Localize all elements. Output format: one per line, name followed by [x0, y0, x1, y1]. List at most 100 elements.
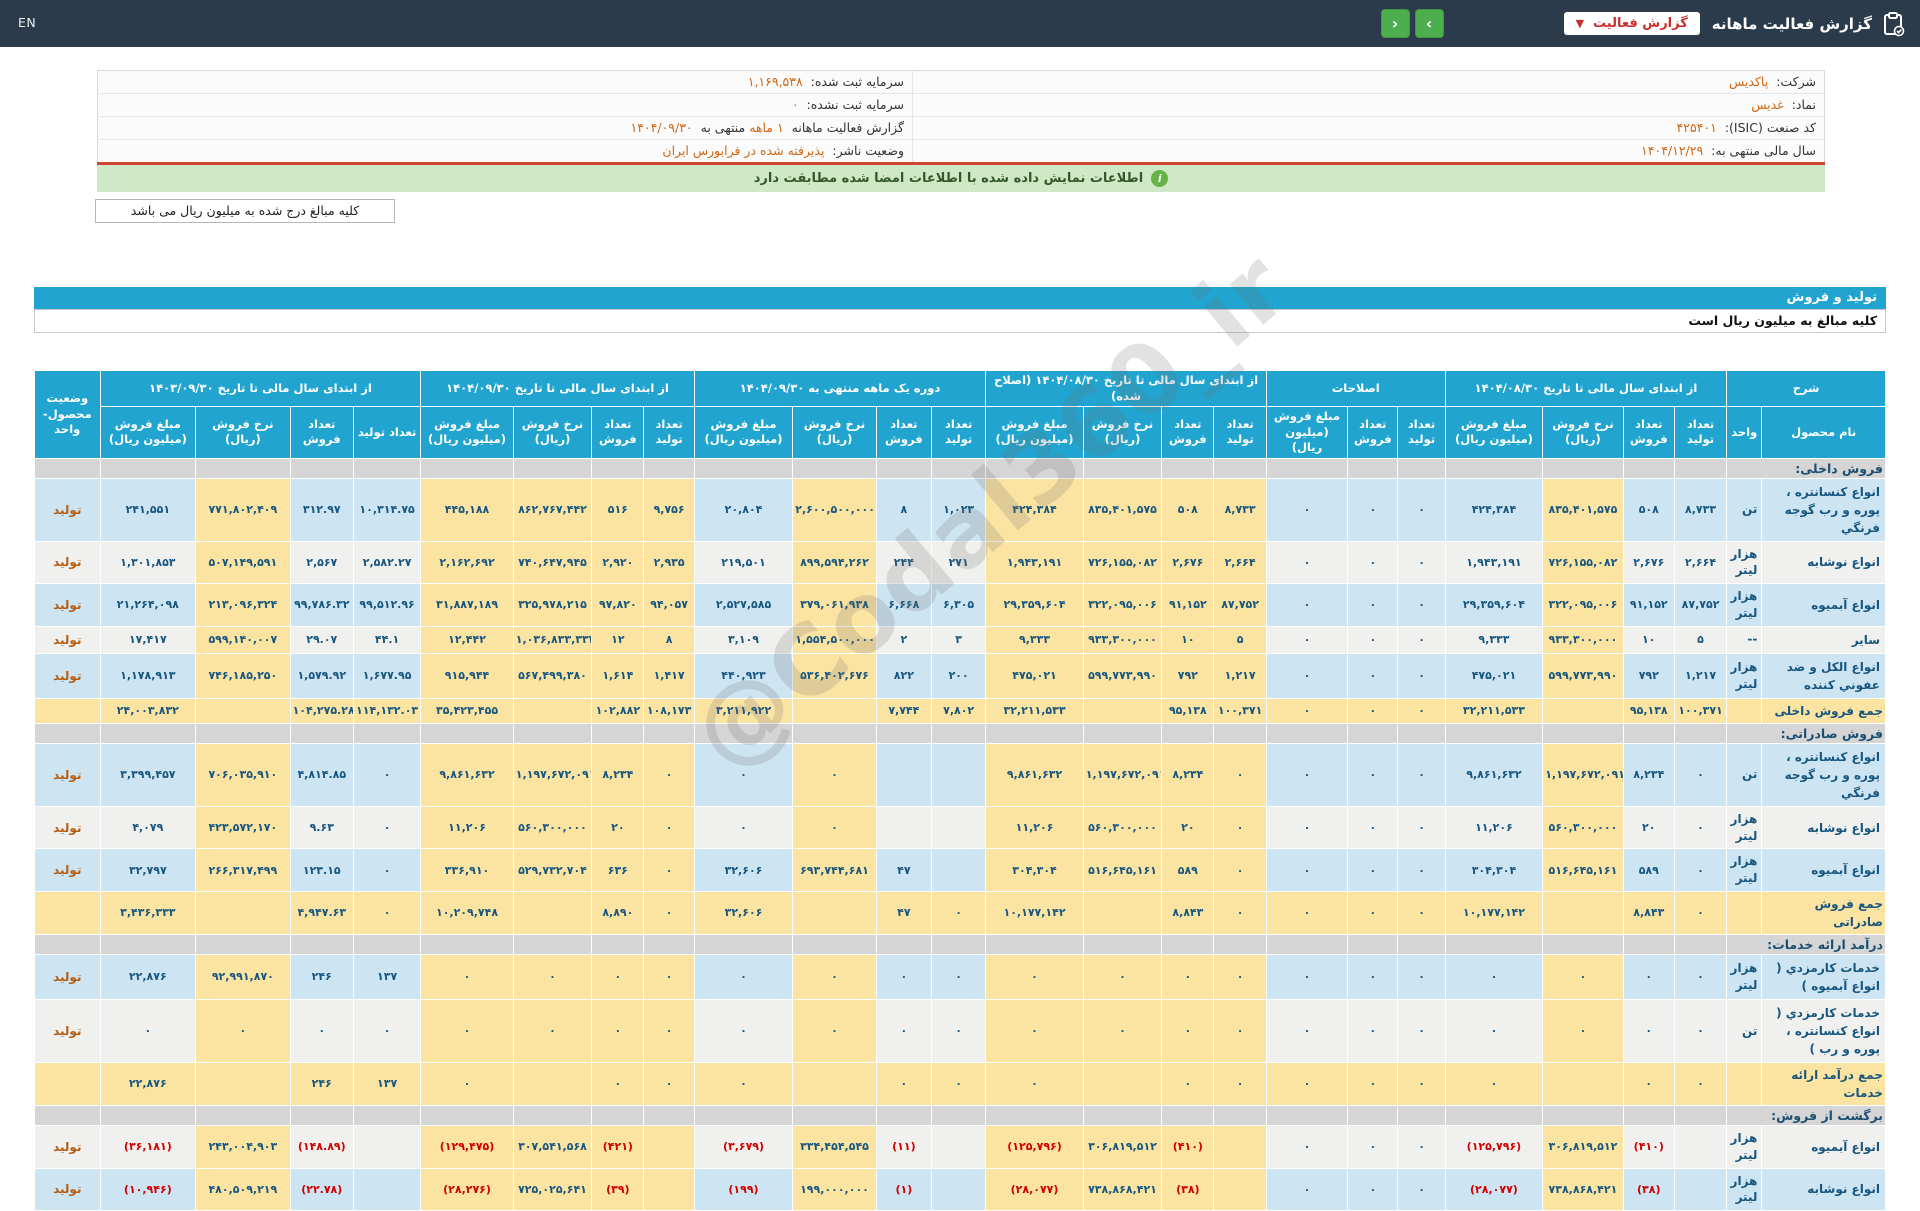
- total-label: جمع درآمد ارائه خدمات: [1761, 1061, 1886, 1106]
- cell-month: ۰: [930, 890, 987, 935]
- cell-month: [930, 848, 987, 892]
- cell-g0930: ۳۲۵,۹۷۸,۲۱۵: [512, 583, 593, 627]
- production-sales-section-bar: تولید و فروش: [34, 287, 1886, 309]
- table-cell: [195, 457, 291, 479]
- cell-g0930: (۲۸,۲۷۶): [420, 1167, 514, 1211]
- cell-g1403: ۲۴۶: [289, 953, 354, 1000]
- cell-adj: ۰: [1347, 583, 1399, 627]
- cell-g1403: ۷۷۱,۸۰۲,۴۰۹: [195, 477, 291, 542]
- cell-g0930: ۹,۷۵۶: [643, 477, 695, 542]
- cell-g0930: ۷۴۰,۶۴۷,۹۴۵: [512, 540, 593, 585]
- cell-month: ۳,۲۱۱,۹۲۲: [693, 697, 794, 724]
- cell-adj: ۰: [1397, 890, 1446, 935]
- cell-g0930: ۷۲۵,۰۲۵,۶۴۱: [512, 1167, 593, 1211]
- isic-row: کد صنعت (ISIC): ۴۲۵۴۰۱: [912, 117, 1824, 140]
- table-cell: [643, 457, 695, 479]
- column-group-desc: شرح: [1726, 369, 1886, 408]
- cell-g0830adj: ۹۱,۱۵۲: [1161, 583, 1215, 627]
- cell-g0830: ۴۷۵,۰۲۱: [1444, 652, 1544, 699]
- cell-g0830adj: ۲,۶۶۴: [1213, 540, 1267, 585]
- info-icon: i: [1151, 170, 1169, 187]
- table-row: انواع نوشابه هزار لیتر ۲,۶۶۴ ۲,۶۷۶ ۷۲۶,۱۵۵,۰…: [34, 540, 1886, 585]
- cell-g0830adj: [1082, 890, 1163, 935]
- cell-month: ۲۷۱: [930, 540, 987, 585]
- product-status: تولید: [34, 998, 101, 1063]
- column-group-g0930: از ابتدای سال مالی تا تاریخ ۱۴۰۴/۰۹/۳۰: [420, 369, 695, 408]
- cell-adj: ۰: [1347, 805, 1399, 850]
- amounts-note-button[interactable]: کلیه مبالغ درج شده به میلیون ریال می باش…: [95, 199, 395, 223]
- product-unit: هزار لیتر: [1726, 1167, 1763, 1211]
- cell-g0930: ۰: [591, 953, 645, 1000]
- cell-g0930: [512, 1061, 593, 1106]
- product-status: [34, 890, 101, 935]
- language-switch-en[interactable]: EN: [18, 15, 36, 30]
- report-type-dropdown[interactable]: گزارش فعالیت ▼: [1563, 12, 1700, 35]
- table-cell: [1622, 722, 1675, 744]
- column-g1403: مبلغ فروش (میلیون ریال): [99, 406, 197, 459]
- cell-month: ۰: [693, 805, 794, 850]
- cell-month: (۱۹۹): [693, 1167, 794, 1211]
- cell-g1403: ۴,۰۷۹: [99, 805, 197, 850]
- table-cell: [1622, 933, 1675, 955]
- next-report-button[interactable]: ›: [1414, 9, 1444, 38]
- cell-adj: ۰: [1347, 652, 1399, 699]
- cell-g0930: ۳۳۶,۹۱۰: [420, 848, 514, 892]
- unregistered-capital-row: سرمایه ثبت نشده: ۰: [100, 94, 912, 117]
- cell-g0830adj: ۷۲۶,۱۵۵,۰۸۲: [1082, 540, 1163, 585]
- product-status: تولید: [34, 953, 101, 1000]
- cell-g1403: ۱۲۳.۱۵: [289, 848, 354, 892]
- cell-g0830: ۱,۹۴۳,۱۹۱: [1444, 540, 1544, 585]
- table-cell: [352, 1104, 422, 1126]
- cell-g0930: ۰: [512, 953, 593, 1000]
- cell-g1403: ۴۴.۱: [352, 625, 422, 654]
- cell-adj: ۰: [1347, 742, 1399, 807]
- cell-g0830adj: ۵۱۶,۶۴۵,۱۶۱: [1082, 848, 1163, 892]
- cell-g0930: [512, 890, 593, 935]
- table-cell: [1542, 1104, 1624, 1126]
- cell-g0830adj: ۰: [1161, 953, 1215, 1000]
- cell-g0930: ۵۶۰,۳۰۰,۰۰۰: [512, 805, 593, 850]
- cell-month: [930, 1167, 987, 1211]
- table-cell: [985, 457, 1084, 479]
- table-cell: [420, 1104, 514, 1126]
- cell-g0830: ۵۱۶,۶۴۵,۱۶۱: [1542, 848, 1624, 892]
- cell-g0830: ۸,۷۳۳: [1673, 477, 1728, 542]
- column-g1403: تعداد فروش: [289, 406, 354, 459]
- company-label: شرکت:: [1776, 74, 1816, 89]
- cell-g0830: ۰: [1444, 953, 1544, 1000]
- total-row: جمع درآمد ارائه خدمات ۰ ۰ ۰ ۰ ۰ ۰ ۰ ۰ ۰ ۰ ۰ ۰ ۰ ۰ ۰ ۱۳۷ ۲…: [34, 1061, 1886, 1106]
- previous-report-button[interactable]: ‹: [1380, 9, 1410, 38]
- table-cell: [930, 933, 987, 955]
- cell-month: ۸: [875, 477, 933, 542]
- section-header-row: فروش داخلی:: [34, 457, 1886, 479]
- cell-g1403: ۴۲۳,۵۷۲,۱۷۰: [195, 805, 291, 850]
- column-group-g1403: از ابتدای سال مالی تا تاریخ ۱۴۰۳/۰۹/۳۰: [99, 369, 422, 408]
- company-row: شرکت: پاکدیس: [912, 71, 1824, 94]
- table-row: انواع کنسانتره ، پوره و رب گوجه فرنگي تن ۸…: [34, 477, 1886, 542]
- cell-g0830adj: ۴۷۵,۰۲۱: [985, 652, 1084, 699]
- cell-adj: ۰: [1347, 848, 1399, 892]
- column-product-name: نام محصول: [1761, 406, 1886, 459]
- publisher-status-label: وضعیت ناشر:: [832, 143, 904, 158]
- cell-g0830: ۰: [1673, 890, 1728, 935]
- cell-adj: ۰: [1397, 583, 1446, 627]
- cell-g0930: ۱,۰۳۶,۸۳۳,۳۳۳: [512, 625, 593, 654]
- cell-g0830adj: ۹۵,۱۳۸: [1161, 697, 1215, 724]
- cell-g1403: ۲۴,۰۰۳,۸۳۲: [99, 697, 197, 724]
- cell-g0930: ۰: [420, 953, 514, 1000]
- product-name: خدمات کارمزدي ( انواع کنسانتره ، پوره و …: [1761, 998, 1886, 1063]
- cell-g1403: ۲۹.۰۷: [289, 625, 354, 654]
- cell-month: [792, 890, 877, 935]
- signature-match-banner: i اطلاعات نمایش داده شده با اطلاعات امضا…: [97, 165, 1825, 192]
- table-cell: [1213, 1104, 1267, 1126]
- table-cell: [352, 457, 422, 479]
- cell-g0830adj: [1213, 1167, 1267, 1211]
- column-product-status: وضعیت محصول-واحد: [34, 370, 101, 459]
- cell-month: ۰: [792, 805, 877, 850]
- cell-g0930: ۵۱۶: [591, 477, 645, 542]
- cell-g0830: ۵۸۹: [1622, 848, 1675, 892]
- cell-g0930: ۱,۶۱۴: [591, 652, 645, 699]
- product-status: تولید: [34, 1124, 101, 1169]
- table-cell: [1082, 933, 1163, 955]
- product-status: تولید: [34, 805, 101, 850]
